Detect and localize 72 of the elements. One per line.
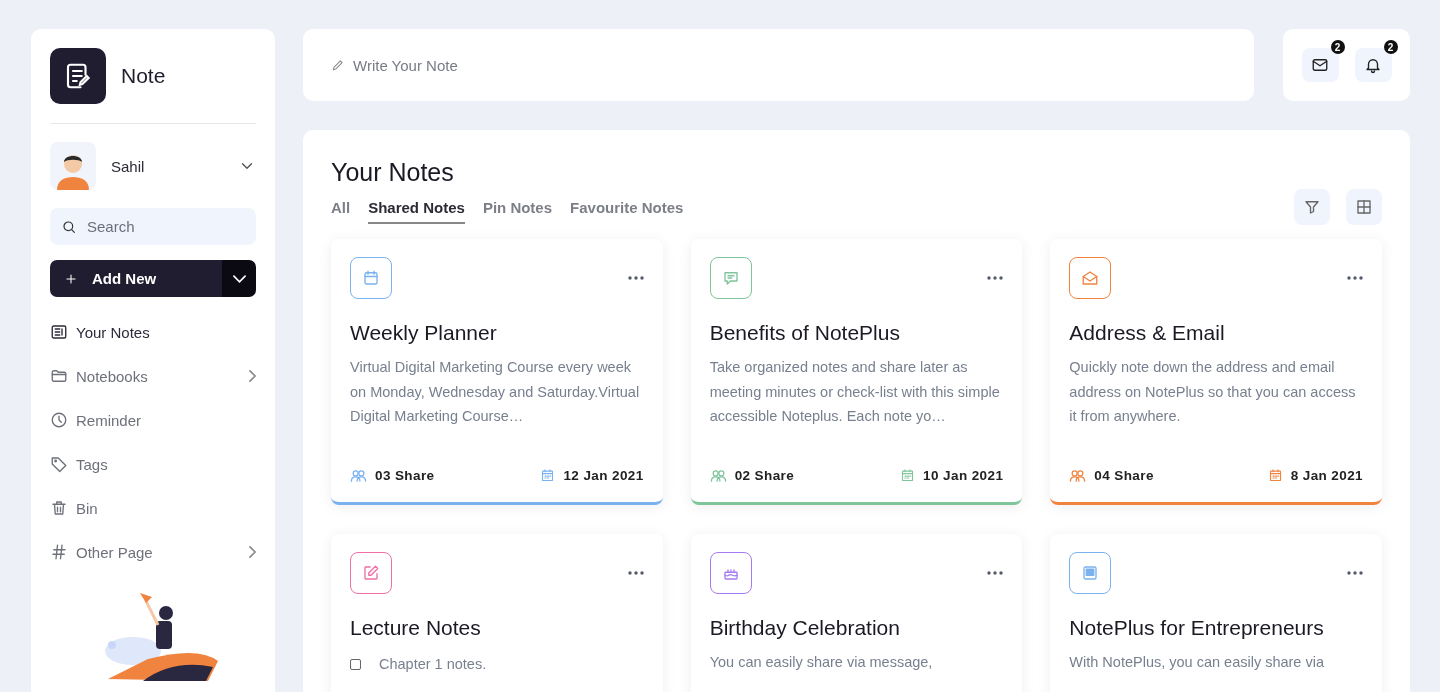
calendar-icon xyxy=(1267,468,1283,483)
edit-icon xyxy=(362,564,380,582)
note-title: NotePlus for Entrepreneurs xyxy=(1069,616,1325,640)
people-icon xyxy=(1069,467,1087,484)
envelope-icon xyxy=(1081,269,1100,287)
count-badge: 2 xyxy=(1330,40,1345,54)
filter-tab[interactable]: Pin Notes xyxy=(482,190,553,224)
bell-icon xyxy=(1364,56,1382,74)
calendar-icon xyxy=(540,468,556,483)
app-name: Note xyxy=(121,64,166,88)
more-icon xyxy=(987,276,1004,280)
nav-item[interactable]: Reminder xyxy=(50,411,256,429)
nav-item[interactable]: Notebooks xyxy=(50,367,256,385)
notes-icon xyxy=(50,323,68,341)
nav-item[interactable]: Other Page xyxy=(50,543,256,561)
nav-item[interactable]: Bin xyxy=(50,499,256,517)
note-date: 10 Jan 2021 xyxy=(923,468,1004,483)
people-icon xyxy=(350,467,367,484)
more-icon xyxy=(1347,276,1363,280)
plus-icon xyxy=(64,271,78,286)
note-description: Take organized notes and share later as meeting minutes or check-list with this simple accessible Noteplus. Each note yo… xyxy=(709,358,1001,426)
chevron-down-icon xyxy=(232,274,246,283)
tablet-icon xyxy=(1081,564,1100,582)
filter-icon xyxy=(1303,198,1321,216)
note-date: 8 Jan 2021 xyxy=(1290,468,1363,483)
app-logo xyxy=(50,48,106,104)
folder-icon xyxy=(50,367,68,385)
section-title: Your Notes xyxy=(331,158,455,187)
count-badge: 2 xyxy=(1383,40,1398,54)
message-icon xyxy=(721,269,740,287)
note-date: 12 Jan 2021 xyxy=(563,468,644,483)
share-count: 02 Share xyxy=(734,468,795,483)
clock-icon xyxy=(50,411,68,429)
search-field[interactable]: Search xyxy=(50,208,256,245)
nav-item[interactable]: Tags xyxy=(50,455,256,473)
note-description: Quickly note down the address and email address on NotePlus so that you can access it from anywhere. xyxy=(1069,358,1357,426)
avatar-silhouette xyxy=(50,142,96,190)
note-title: Address & Email xyxy=(1069,321,1226,345)
note-description: With NotePlus, you can easily share via xyxy=(1069,653,1325,672)
more-icon xyxy=(627,276,644,280)
more-icon xyxy=(627,571,644,575)
filter-button[interactable] xyxy=(1294,189,1330,225)
dropdown-button[interactable] xyxy=(222,260,256,297)
note-description: You can easily share via message, xyxy=(709,653,934,672)
tag-icon xyxy=(50,455,68,473)
filter-tab[interactable]: Favourite Notes xyxy=(570,190,684,224)
note-title: Weekly Planner xyxy=(350,321,498,345)
note-title: Benefits of NotePlus xyxy=(709,321,901,345)
note-input-field[interactable]: Write Your Note xyxy=(303,29,1254,101)
note-title: Birthday Celebration xyxy=(709,616,901,640)
people-icon xyxy=(709,467,727,484)
share-count: 04 Share xyxy=(1094,468,1154,483)
filter-tab[interactable]: All xyxy=(331,190,351,224)
calendar-icon xyxy=(900,468,916,483)
checklist-item: Chapter 1 notes. xyxy=(379,656,487,672)
share-count: 03 Share xyxy=(375,468,435,483)
hash-icon xyxy=(50,543,68,561)
filter-tab[interactable]: Shared Notes xyxy=(368,190,465,224)
more-icon xyxy=(987,571,1004,575)
grid-icon xyxy=(1355,198,1373,216)
note-description: Virtual Digital Marketing Course every week on Monday, Wednesday and Saturday.Virtual Digital Marketing Course… xyxy=(350,358,641,426)
grid-view-button[interactable] xyxy=(1346,189,1382,225)
user-name: Sahil xyxy=(111,157,146,175)
mail-icon xyxy=(1311,56,1329,74)
checkbox[interactable] xyxy=(350,658,361,670)
calendar-icon xyxy=(362,269,380,287)
nav-item[interactable]: Your Notes xyxy=(50,323,256,341)
pencil-icon xyxy=(331,58,345,72)
add-new-button[interactable]: Add New xyxy=(50,260,222,297)
more-icon xyxy=(1347,571,1363,575)
note-title: Lecture Notes xyxy=(350,616,482,640)
trash-icon xyxy=(50,499,68,517)
